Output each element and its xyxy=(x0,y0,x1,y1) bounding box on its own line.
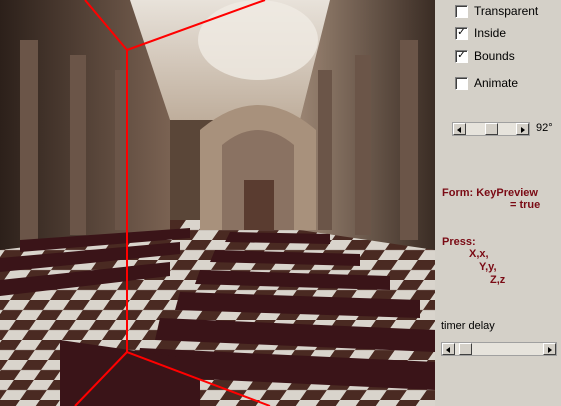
control-panel: Transparent ✓ Inside ✓ Bounds Animate 92… xyxy=(436,0,561,406)
timer-delay-scrollbar[interactable] xyxy=(441,342,557,356)
checkmark-icon: ✓ xyxy=(457,26,466,38)
angle-scrollbar[interactable] xyxy=(452,122,530,136)
church-interior-render xyxy=(0,0,435,406)
arrow-right-icon xyxy=(548,347,552,353)
press-title: Press: xyxy=(442,236,476,248)
inside-checkbox[interactable]: ✓ Inside xyxy=(455,26,506,40)
scroll-right-button[interactable] xyxy=(516,123,529,135)
press-key-y: Y,y, xyxy=(479,261,497,273)
timer-delay-label: timer delay xyxy=(441,320,495,332)
checkbox-box[interactable]: ✓ xyxy=(455,26,468,40)
checkbox-box[interactable]: ✓ xyxy=(455,49,468,63)
checkbox-box[interactable] xyxy=(455,4,468,18)
scroll-thumb[interactable] xyxy=(459,343,472,355)
scroll-left-button[interactable] xyxy=(442,343,455,355)
scroll-thumb[interactable] xyxy=(485,123,498,135)
bounds-checkbox[interactable]: ✓ Bounds xyxy=(455,49,515,63)
checkbox-box[interactable] xyxy=(455,76,468,90)
press-key-x: X,x, xyxy=(469,248,489,260)
checkmark-icon: ✓ xyxy=(457,49,466,61)
transparent-checkbox[interactable]: Transparent xyxy=(455,4,538,18)
arrow-right-icon xyxy=(521,127,525,133)
transparent-label: Transparent xyxy=(474,4,539,18)
form-keypreview-line1: Form: KeyPreview xyxy=(442,187,538,199)
angle-value: 92° xyxy=(536,122,553,134)
scroll-left-button[interactable] xyxy=(453,123,466,135)
arrow-left-icon xyxy=(446,347,450,353)
arrow-left-icon xyxy=(457,127,461,133)
press-key-z: Z,z xyxy=(490,274,506,286)
form-keypreview-line2: = true xyxy=(510,199,541,211)
3d-viewport[interactable] xyxy=(0,0,435,406)
animate-checkbox[interactable]: Animate xyxy=(455,76,518,90)
animate-label: Animate xyxy=(474,76,519,90)
scroll-right-button[interactable] xyxy=(543,343,556,355)
inside-label: Inside xyxy=(474,26,507,40)
bounds-label: Bounds xyxy=(474,49,515,63)
